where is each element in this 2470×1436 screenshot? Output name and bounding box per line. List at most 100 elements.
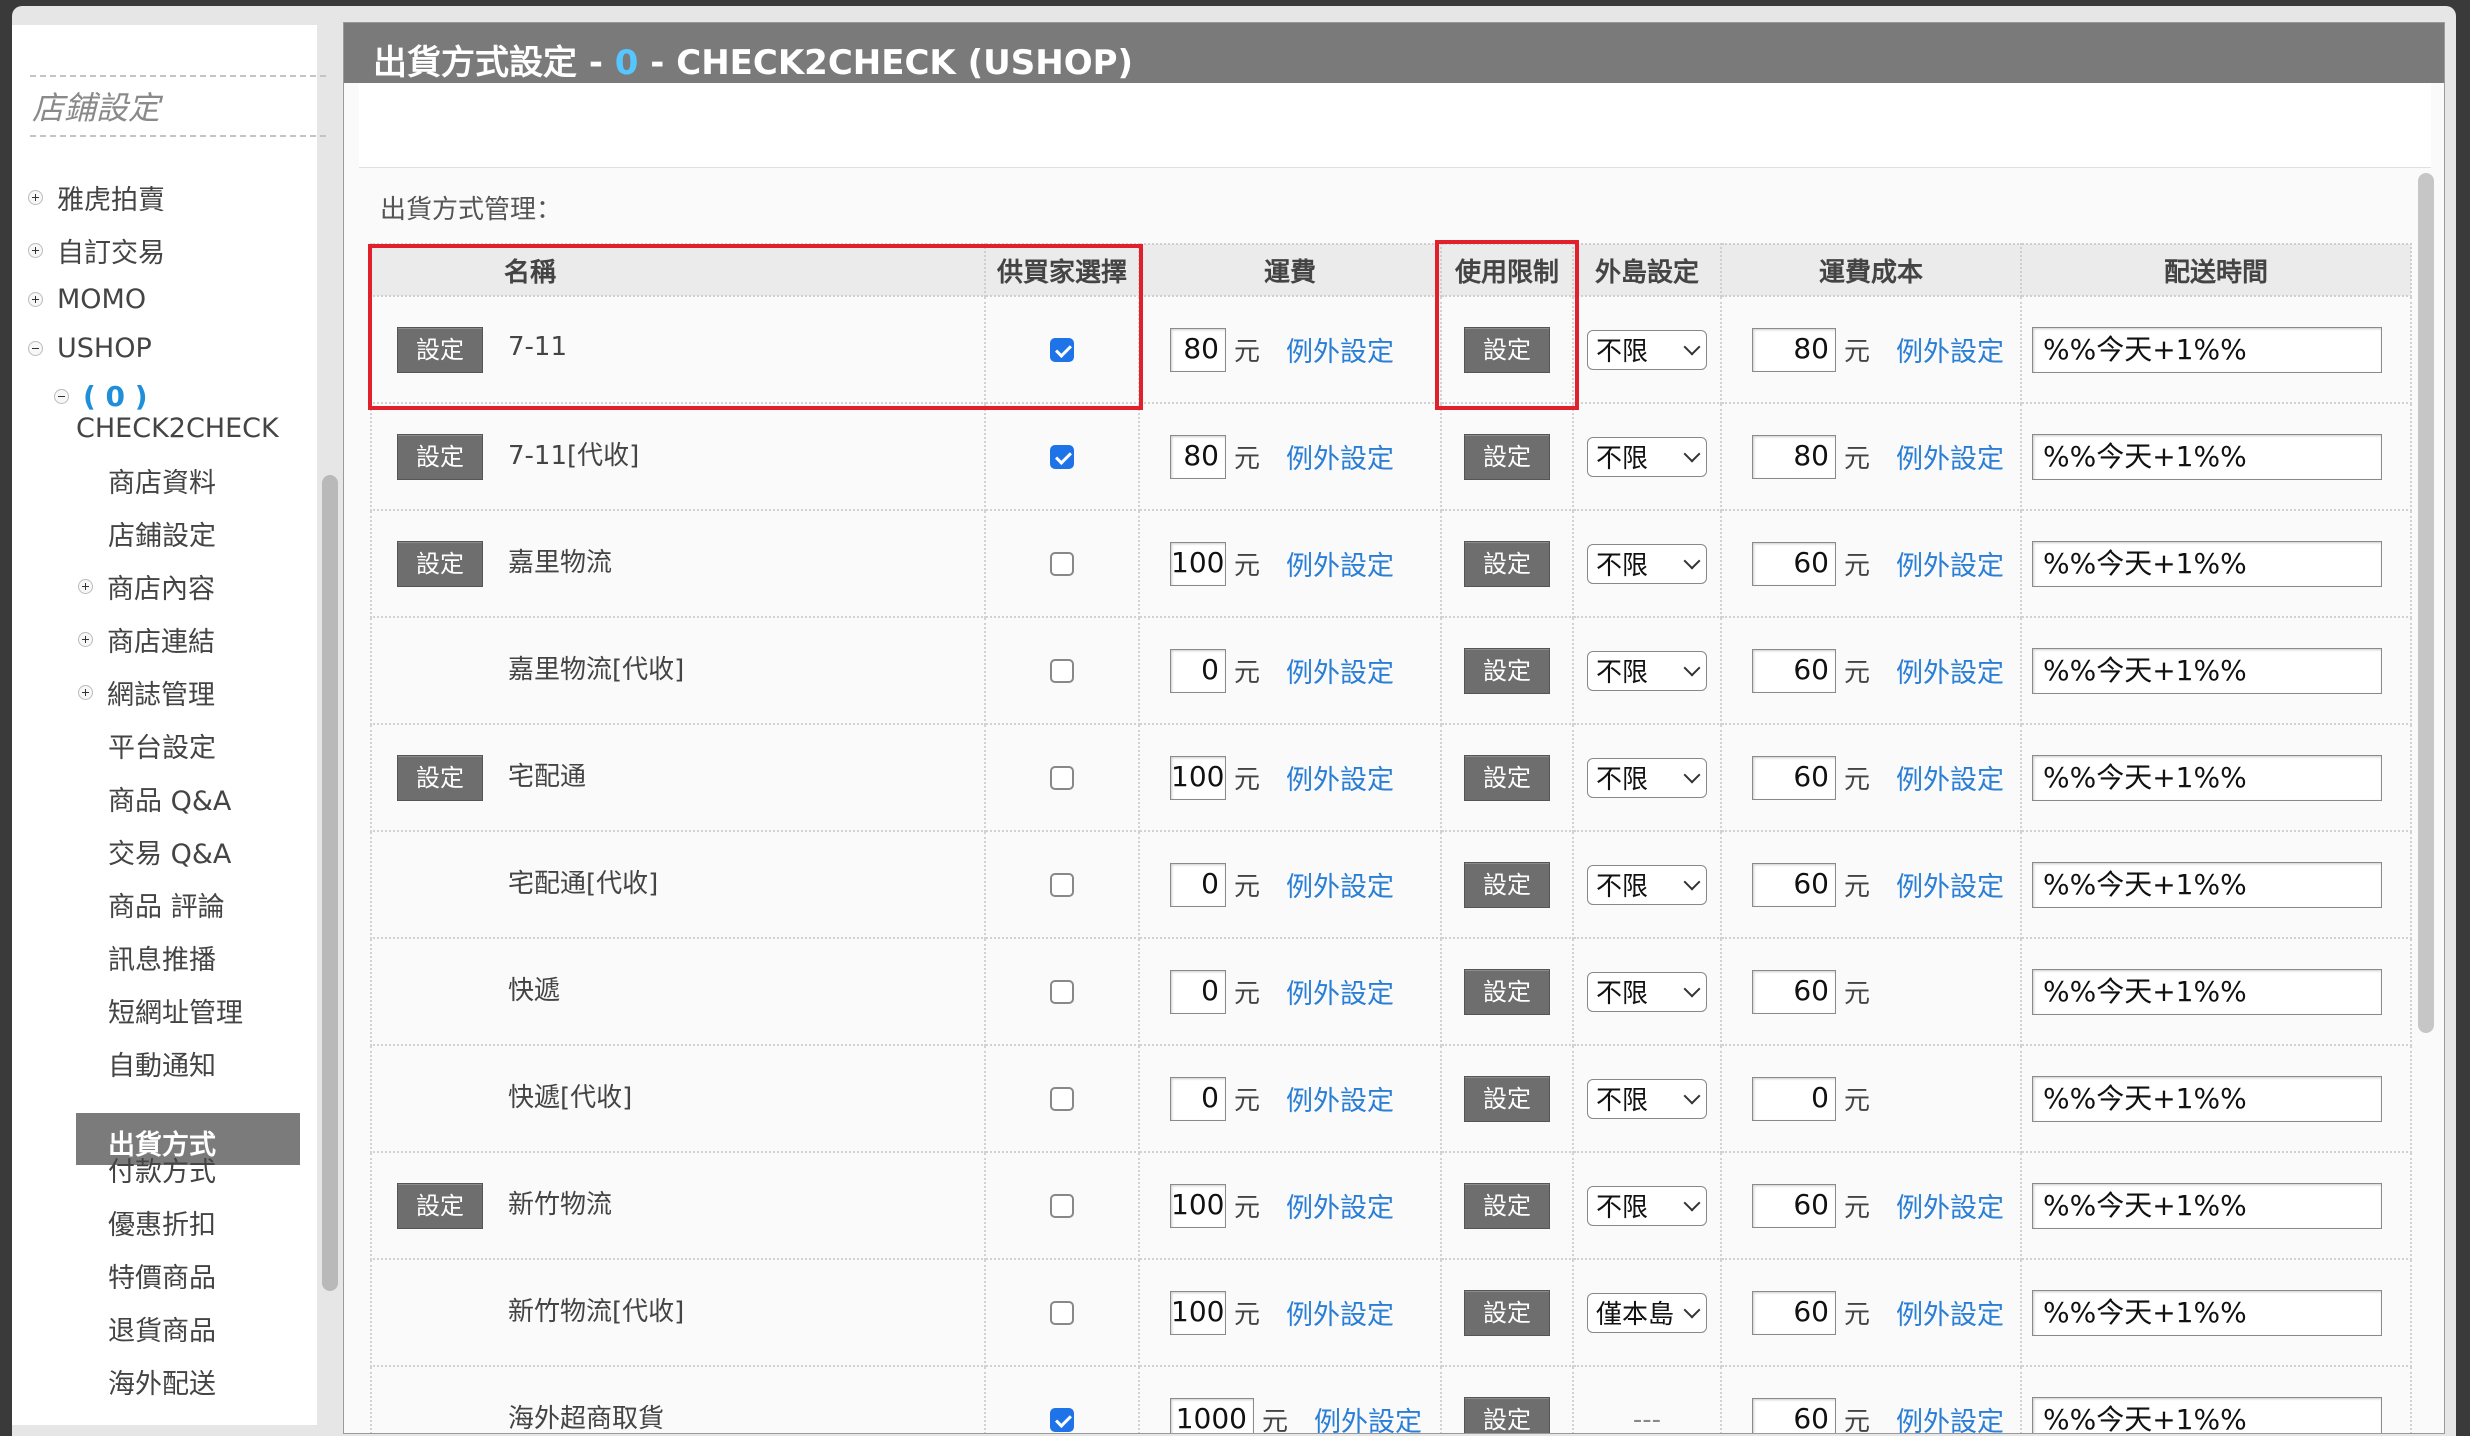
fee-input[interactable]: 0 [1170, 648, 1226, 693]
cost-exception-link[interactable]: 例外設定 [1896, 1300, 2004, 1331]
collapse-icon[interactable] [28, 341, 43, 356]
delivery-time-input[interactable]: %%今天+1%% [2032, 1075, 2382, 1122]
island-select[interactable]: 不限 [1587, 971, 1707, 1012]
limit-settings-button[interactable]: 設定 [1464, 754, 1550, 801]
island-select[interactable]: 不限 [1587, 436, 1707, 477]
limit-settings-button[interactable]: 設定 [1464, 1075, 1550, 1122]
sidebar-subitem-special[interactable]: 特價商品 [108, 1256, 216, 1295]
delivery-time-input[interactable]: %%今天+1%% [2032, 1289, 2382, 1336]
sidebar-subitem-store-info[interactable]: 商店資料 [108, 461, 216, 500]
cost-input[interactable]: 80 [1752, 434, 1836, 479]
cost-exception-link[interactable]: 例外設定 [1896, 1407, 2004, 1433]
sidebar-subitem-store-content[interactable]: 商店內容 [78, 567, 215, 606]
sidebar-item-momo[interactable]: MOMO [28, 284, 146, 315]
island-select[interactable]: 不限 [1587, 329, 1707, 370]
delivery-time-input[interactable]: %%今天+1%% [2032, 433, 2382, 480]
settings-button[interactable]: 設定 [397, 540, 483, 587]
delivery-time-input[interactable]: %%今天+1%% [2032, 647, 2382, 694]
fee-exception-link[interactable]: 例外設定 [1286, 551, 1394, 582]
buyer-choice-checkbox[interactable] [1050, 766, 1074, 790]
fee-input[interactable]: 80 [1170, 327, 1226, 372]
fee-exception-link[interactable]: 例外設定 [1286, 872, 1394, 903]
sidebar-subitem-discount[interactable]: 優惠折扣 [108, 1203, 216, 1242]
buyer-choice-checkbox[interactable] [1050, 1408, 1074, 1432]
sidebar-item-ushop[interactable]: USHOP [28, 333, 152, 364]
sidebar-subitem-short-url[interactable]: 短網址管理 [108, 991, 243, 1030]
collapse-icon[interactable] [54, 389, 69, 404]
cost-exception-link[interactable]: 例外設定 [1896, 551, 2004, 582]
fee-exception-link[interactable]: 例外設定 [1286, 1300, 1394, 1331]
expand-icon[interactable] [28, 292, 43, 307]
cost-input[interactable]: 60 [1752, 1183, 1836, 1228]
delivery-time-input[interactable]: %%今天+1%% [2032, 968, 2382, 1015]
island-select[interactable]: 不限 [1587, 650, 1707, 691]
cost-input[interactable]: 60 [1752, 1290, 1836, 1335]
sidebar-subitem-blog[interactable]: 網誌管理 [78, 673, 215, 712]
settings-button[interactable]: 設定 [397, 1182, 483, 1229]
fee-input[interactable]: 0 [1170, 1076, 1226, 1121]
sidebar-subitem-trade-qa[interactable]: 交易 Q&A [108, 832, 231, 871]
fee-exception-link[interactable]: 例外設定 [1286, 765, 1394, 796]
buyer-choice-checkbox[interactable] [1050, 445, 1074, 469]
cost-exception-link[interactable]: 例外設定 [1896, 765, 2004, 796]
cost-input[interactable]: 60 [1752, 1397, 1836, 1433]
buyer-choice-checkbox[interactable] [1050, 980, 1074, 1004]
buyer-choice-checkbox[interactable] [1050, 873, 1074, 897]
buyer-choice-checkbox[interactable] [1050, 1301, 1074, 1325]
sidebar-subitem-push[interactable]: 訊息推播 [108, 938, 216, 977]
settings-button[interactable]: 設定 [397, 433, 483, 480]
delivery-time-input[interactable]: %%今天+1%% [2032, 754, 2382, 801]
cost-input[interactable]: 60 [1752, 541, 1836, 586]
cost-input[interactable]: 80 [1752, 327, 1836, 372]
fee-input[interactable]: 0 [1170, 862, 1226, 907]
limit-settings-button[interactable]: 設定 [1464, 1396, 1550, 1433]
limit-settings-button[interactable]: 設定 [1464, 1182, 1550, 1229]
sidebar-item-custom-trade[interactable]: 自訂交易 [28, 231, 165, 270]
settings-button[interactable]: 設定 [397, 754, 483, 801]
cost-exception-link[interactable]: 例外設定 [1896, 872, 2004, 903]
sidebar-subitem-reviews[interactable]: 商品 評論 [108, 885, 225, 924]
sidebar-scrollbar[interactable] [322, 475, 338, 1291]
cost-input[interactable]: 60 [1752, 969, 1836, 1014]
delivery-time-input[interactable]: %%今天+1%% [2032, 1182, 2382, 1229]
island-select[interactable]: 不限 [1587, 864, 1707, 905]
expand-icon[interactable] [28, 243, 43, 258]
expand-icon[interactable] [28, 190, 43, 205]
fee-input[interactable]: 100 [1170, 755, 1226, 800]
sidebar-item-yahoo[interactable]: 雅虎拍賣 [28, 178, 165, 217]
cost-input[interactable]: 60 [1752, 755, 1836, 800]
sidebar-subitem-auto-notify[interactable]: 自動通知 [108, 1044, 216, 1083]
fee-input[interactable]: 0 [1170, 969, 1226, 1014]
expand-icon[interactable] [78, 685, 93, 700]
island-select[interactable]: 不限 [1587, 1185, 1707, 1226]
island-select[interactable]: 不限 [1587, 1078, 1707, 1119]
island-select[interactable]: 不限 [1587, 757, 1707, 798]
limit-settings-button[interactable]: 設定 [1464, 433, 1550, 480]
main-scrollbar[interactable] [2418, 173, 2434, 1033]
sidebar-subitem-store-links[interactable]: 商店連結 [78, 620, 215, 659]
cost-exception-link[interactable]: 例外設定 [1896, 1193, 2004, 1224]
limit-settings-button[interactable]: 設定 [1464, 540, 1550, 587]
delivery-time-input[interactable]: %%今天+1%% [2032, 861, 2382, 908]
sidebar-subitem-store-settings[interactable]: 店鋪設定 [108, 514, 216, 553]
sidebar-subitem-product-qa[interactable]: 商品 Q&A [108, 779, 231, 818]
shop-node[interactable]: ( 0 ) [54, 380, 148, 413]
island-select[interactable]: 僅本島 [1587, 1292, 1707, 1333]
expand-icon[interactable] [78, 579, 93, 594]
cost-exception-link[interactable]: 例外設定 [1896, 658, 2004, 689]
limit-settings-button[interactable]: 設定 [1464, 861, 1550, 908]
expand-icon[interactable] [78, 632, 93, 647]
limit-settings-button[interactable]: 設定 [1464, 968, 1550, 1015]
cost-input[interactable]: 0 [1752, 1076, 1836, 1121]
delivery-time-input[interactable]: %%今天+1%% [2032, 1396, 2382, 1433]
sidebar-subitem-overseas[interactable]: 海外配送 [108, 1362, 216, 1401]
fee-input[interactable]: 100 [1170, 1290, 1226, 1335]
fee-exception-link[interactable]: 例外設定 [1286, 1193, 1394, 1224]
buyer-choice-checkbox[interactable] [1050, 552, 1074, 576]
fee-exception-link[interactable]: 例外設定 [1314, 1407, 1422, 1433]
buyer-choice-checkbox[interactable] [1050, 1087, 1074, 1111]
sidebar-subitem-payment[interactable]: 付款方式 [108, 1150, 216, 1189]
cost-exception-link[interactable]: 例外設定 [1896, 444, 2004, 475]
fee-input[interactable]: 100 [1170, 541, 1226, 586]
limit-settings-button[interactable]: 設定 [1464, 1289, 1550, 1336]
